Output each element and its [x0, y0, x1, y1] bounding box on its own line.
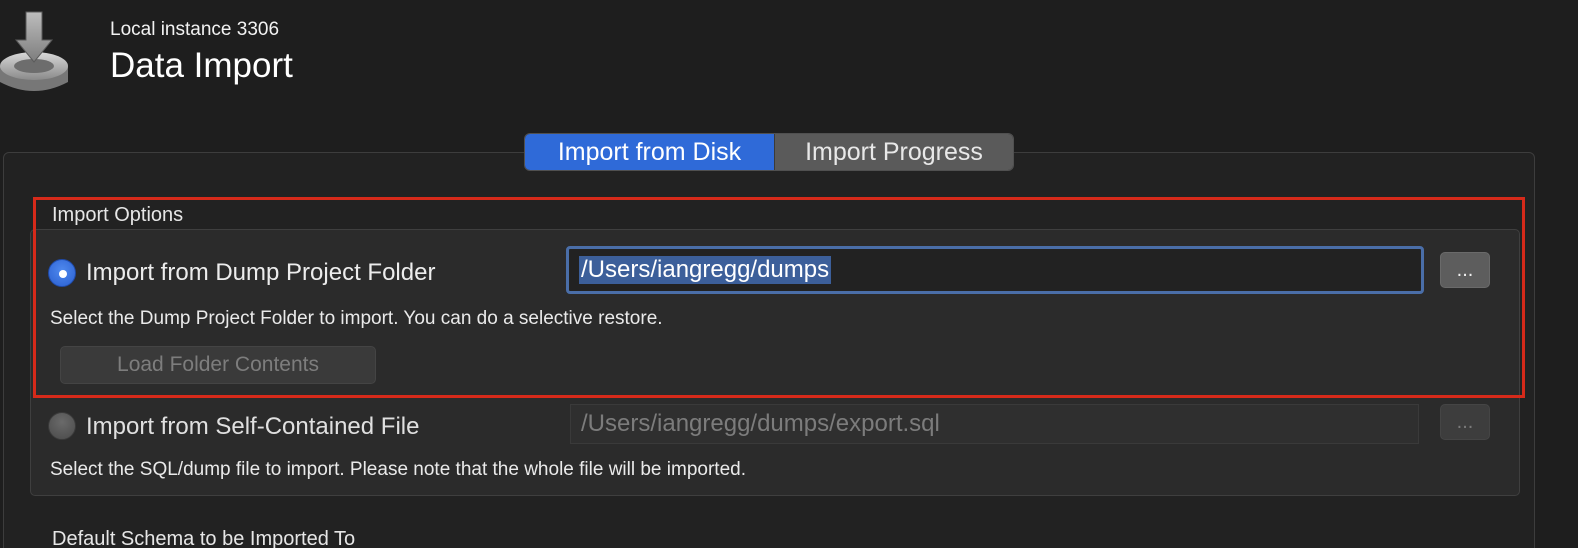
instance-label: Local instance 3306	[110, 19, 280, 40]
database-import-icon	[0, 11, 68, 91]
self-contained-file-radio[interactable]	[48, 412, 76, 440]
import-options-title: Import Options	[52, 204, 184, 226]
default-schema-title: Default Schema to be Imported To	[52, 528, 356, 548]
dump-folder-label[interactable]: Import from Dump Project Folder	[86, 259, 435, 287]
dump-folder-radio[interactable]	[48, 259, 76, 287]
dump-folder-hint: Select the Dump Project Folder to import…	[50, 308, 663, 329]
load-folder-contents-button[interactable]: Load Folder Contents	[60, 346, 376, 384]
dump-folder-browse-button[interactable]: ...	[1440, 252, 1490, 288]
dump-folder-path-input[interactable]: /Users/iangregg/dumps	[566, 246, 1424, 294]
tab-bar: Import from Disk Import Progress	[524, 133, 1014, 171]
data-import-window: Local instance 3306 Data Import Import f…	[0, 0, 1578, 548]
self-contained-file-browse-button[interactable]: ...	[1440, 404, 1490, 440]
tab-import-from-disk[interactable]: Import from Disk	[525, 134, 774, 170]
dump-folder-path-value: /Users/iangregg/dumps	[579, 256, 832, 284]
self-contained-file-path-input[interactable]: /Users/iangregg/dumps/export.sql	[570, 404, 1419, 444]
page-title: Data Import	[110, 46, 293, 85]
tab-import-progress[interactable]: Import Progress	[774, 134, 1013, 170]
self-contained-file-hint: Select the SQL/dump file to import. Plea…	[50, 459, 746, 480]
self-contained-file-label[interactable]: Import from Self-Contained File	[86, 413, 419, 441]
